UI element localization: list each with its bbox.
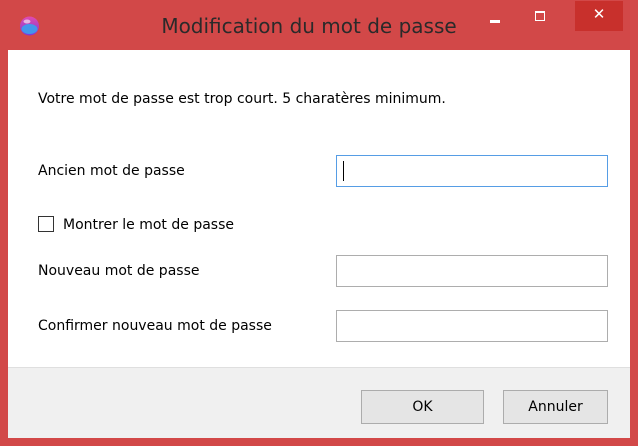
error-message: Votre mot de passe est trop court. 5 cha… — [38, 91, 446, 107]
title-bar[interactable]: Modification du mot de passe ✕ — [0, 0, 638, 50]
minimize-icon — [490, 20, 500, 23]
text-caret — [343, 161, 344, 181]
show-password-label[interactable]: Montrer le mot de passe — [63, 217, 234, 233]
minimize-button[interactable] — [481, 1, 508, 31]
close-icon: ✕ — [592, 5, 606, 23]
button-bar: OK Annuler — [8, 367, 630, 438]
new-password-field[interactable] — [336, 255, 608, 287]
show-password-checkbox[interactable] — [38, 216, 54, 232]
ok-button[interactable]: OK — [361, 390, 484, 424]
dialog-body: Votre mot de passe est trop court. 5 cha… — [8, 50, 630, 367]
confirm-password-field[interactable] — [336, 310, 608, 342]
old-password-label: Ancien mot de passe — [38, 163, 185, 179]
dialog-window: Modification du mot de passe ✕ Votre mot… — [0, 0, 638, 446]
new-password-label: Nouveau mot de passe — [38, 263, 200, 279]
close-button[interactable]: ✕ — [575, 1, 623, 31]
old-password-field[interactable] — [336, 155, 608, 187]
maximize-button[interactable] — [527, 1, 554, 31]
maximize-icon — [535, 11, 545, 21]
confirm-password-label: Confirmer nouveau mot de passe — [38, 318, 272, 334]
cancel-button[interactable]: Annuler — [503, 390, 608, 424]
